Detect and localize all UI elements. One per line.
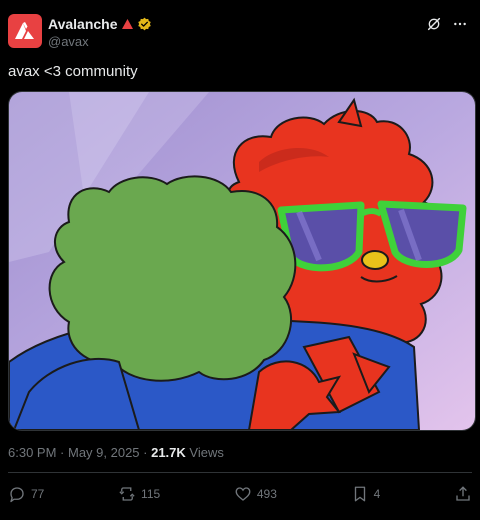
- tweet-header: Avalanche @avax: [8, 14, 468, 54]
- bookmark-count: 4: [373, 487, 381, 501]
- repost-button[interactable]: 115: [118, 485, 160, 503]
- handle[interactable]: @avax: [48, 34, 89, 49]
- reply-button[interactable]: 77: [8, 485, 44, 503]
- tweet-actions: 77 115 493 4: [8, 483, 472, 505]
- mascot-illustration: [9, 92, 475, 430]
- avatar[interactable]: [8, 14, 42, 48]
- grok-icon[interactable]: [426, 16, 442, 32]
- views-label: Views: [189, 445, 224, 460]
- avalanche-logo-icon: [15, 22, 34, 39]
- repost-count: 115: [141, 487, 161, 501]
- meta-separator-2: ·: [139, 445, 152, 460]
- like-button[interactable]: 493: [234, 485, 277, 503]
- verified-badge-icon: [137, 17, 151, 30]
- tweet-date[interactable]: May 9, 2025: [68, 445, 140, 460]
- bookmark-button[interactable]: 4: [351, 485, 381, 503]
- share-icon: [456, 486, 470, 501]
- top-actions: [426, 16, 468, 32]
- share-button[interactable]: [454, 485, 472, 503]
- like-icon: [235, 487, 251, 501]
- more-icon[interactable]: [452, 16, 468, 32]
- tweet-text: avax <3 community: [8, 63, 138, 80]
- like-count: 493: [256, 487, 277, 501]
- meta-separator: ·: [56, 445, 68, 460]
- tweet-media-image[interactable]: [8, 91, 476, 431]
- divider: [8, 472, 472, 473]
- views-count: 21.7K: [151, 445, 186, 460]
- display-name[interactable]: Avalanche: [48, 16, 118, 32]
- reply-count: 77: [31, 487, 45, 501]
- repost-icon: [119, 487, 135, 501]
- red-triangle-icon: [121, 19, 133, 29]
- bookmark-icon: [354, 486, 365, 502]
- name-row: Avalanche: [48, 16, 152, 32]
- reply-icon: [10, 487, 24, 503]
- tweet-meta: 6:30 PM · May 9, 2025 · 21.7K Views: [8, 445, 224, 460]
- tweet-time[interactable]: 6:30 PM: [8, 445, 56, 460]
